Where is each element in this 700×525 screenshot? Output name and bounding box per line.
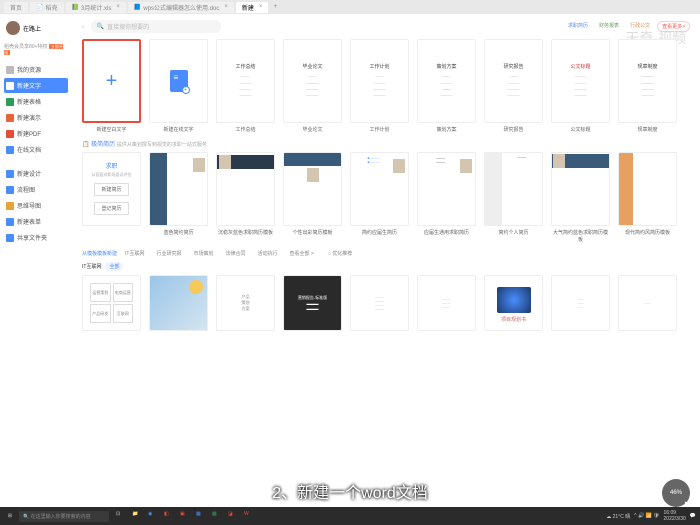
nav-mindmap[interactable]: 思维导图 — [4, 198, 68, 213]
edge-icon[interactable]: ◉ — [148, 511, 158, 521]
search-input[interactable]: 🔍 直接搜你想要的 — [91, 20, 221, 33]
tab-docer[interactable]: 📄 稻壳 — [30, 2, 64, 13]
user-profile[interactable]: 在路上 — [4, 18, 68, 38]
nav-design[interactable]: 新建设计 — [4, 166, 68, 181]
start-button[interactable]: ⊞ — [4, 510, 16, 522]
vip-banner[interactable]: 稻壳会员享80+特权 立即开通 — [4, 41, 68, 58]
progress-indicator: 46%▶ — [662, 479, 690, 507]
nav-new-sheet[interactable]: 新建表格 — [4, 94, 68, 109]
tab-xls[interactable]: 📗 3月统计.xls× — [66, 2, 126, 13]
app-icon-4[interactable]: ▩ — [212, 511, 222, 521]
resume-7[interactable]: 大气简约蓝色求职简历模板 — [551, 152, 610, 243]
nav-new-ppt[interactable]: 新建演示 — [4, 110, 68, 125]
filter-legal[interactable]: 法律合同 — [222, 249, 250, 258]
nav-shared[interactable]: 共享文件夹 — [4, 230, 68, 245]
plus-icon: + — [106, 70, 118, 93]
resume-1[interactable]: 蓝色简约简历 — [149, 152, 208, 243]
nav-form[interactable]: 新建表单 — [4, 214, 68, 229]
it-card-7[interactable]: 项目规划书 — [484, 275, 543, 331]
nav-new-word[interactable]: 新建文字 — [4, 78, 68, 93]
app-icon-3[interactable]: ▦ — [196, 511, 206, 521]
resume-6[interactable]: ———简约个人简历 — [484, 152, 543, 243]
app-icon-5[interactable]: ◪ — [228, 511, 238, 521]
template-scheme[interactable]: 策划方案——————————策划方案 — [417, 39, 476, 133]
filter-bar: 从模板模板新建 IT互联网 行业研究报 市场策划 法律合同 活动执行 查看全部 … — [82, 249, 690, 258]
template-report[interactable]: 研究报告———————————研究报告 — [484, 39, 543, 133]
avatar — [6, 21, 20, 35]
content-area: 天奇·视频 ‹ 🔍 直接搜你想要的 求职简历 财务报表 行政公文 查看更多> +… — [72, 14, 700, 507]
wps-icon[interactable]: W — [244, 511, 254, 521]
template-row-1: +新建空白文字 +新建在线文字 工作总结— ——————————工作总结 毕业论… — [82, 39, 690, 133]
it-row: 运营策划电商运营产品研发互联网 产品策划方案 营销报告-标准版▬▬▬▬▬▬ ——… — [82, 275, 690, 331]
new-tab-button[interactable]: + — [270, 4, 280, 10]
task-view-icon[interactable]: ⊡ — [116, 511, 126, 521]
filter-label: 从模板模板新建 — [82, 250, 117, 257]
sidebar: 在路上 稻壳会员享80+特权 立即开通 我的资源 新建文字 新建表格 新建演示 … — [0, 14, 72, 507]
it-filter: IT互联网 全部 — [82, 262, 690, 271]
back-button[interactable]: ‹ — [82, 22, 85, 31]
tab-doc[interactable]: 📘 wps公式编辑器怎么使用.doc× — [128, 2, 234, 13]
close-icon[interactable]: × — [259, 4, 263, 10]
it-card-3[interactable]: 产品策划方案 — [216, 275, 275, 331]
close-icon[interactable]: × — [116, 4, 120, 10]
template-thesis[interactable]: 毕业论文———————————毕业论文 — [283, 39, 342, 133]
weather[interactable]: ☁ 21°C 晴 — [606, 513, 630, 520]
section-resume: 📋 极简简历 提供从策划撰写到视觉的求职一站式服务 — [82, 139, 690, 148]
chip-resume[interactable]: 求职简历 — [564, 21, 592, 32]
it-card-2[interactable] — [149, 275, 208, 331]
resume-create[interactable]: 求职从容面对职场面试评估新建简历登记简历 — [82, 152, 141, 243]
notifications-icon[interactable]: 💬 — [690, 513, 696, 519]
filter-it[interactable]: IT互联网 — [121, 249, 148, 258]
resume-2[interactable]: 沉稳灰蓝色求职简历模板 — [216, 152, 275, 243]
template-plan[interactable]: 工作计划———————————工作计划 — [350, 39, 409, 133]
resume-4[interactable]: ■ ———■ ———简约应届生简历 — [350, 152, 409, 243]
resume-8[interactable]: 现代简约风简历模板 — [618, 152, 677, 243]
nav-my-resources[interactable]: 我的资源 — [4, 62, 68, 77]
tab-bar: 首页 📄 稻壳 📗 3月统计.xls× 📘 wps公式编辑器怎么使用.doc× … — [0, 0, 700, 14]
nav-online-doc[interactable]: 在线文档 — [4, 142, 68, 157]
explorer-icon[interactable]: 📁 — [132, 511, 142, 521]
close-icon[interactable]: × — [224, 4, 228, 10]
it-card-8[interactable]: —————— — [551, 275, 610, 331]
nav-new-pdf[interactable]: 新建PDF — [4, 126, 68, 141]
template-rules[interactable]: 规章制度————————————规章制度 — [618, 39, 677, 133]
template-blank[interactable]: +新建空白文字 — [82, 39, 141, 133]
app-icon-2[interactable]: ▣ — [180, 511, 190, 521]
resume-5[interactable]: ——————应届生通用求职简历 — [417, 152, 476, 243]
video-caption: 2、新建一个word文档 — [272, 479, 428, 503]
taskbar-search[interactable]: 🔍 在这里输入你要搜索的内容 — [19, 511, 109, 522]
filter-more[interactable]: 查看全部 > — [286, 249, 318, 258]
nav-flowchart[interactable]: 流程图 — [4, 182, 68, 197]
template-online[interactable]: +新建在线文字 — [149, 39, 208, 133]
filter-activity[interactable]: 活动执行 — [254, 249, 282, 258]
it-card-9[interactable]: —— — [618, 275, 677, 331]
filter-industry[interactable]: 行业研究报 — [152, 249, 185, 258]
doc-icon: + — [170, 70, 188, 92]
it-card-6[interactable]: ————————— — [417, 275, 476, 331]
it-all[interactable]: 全部 — [105, 262, 123, 271]
taskbar: ⊞ 🔍 在这里输入你要搜索的内容 ⊡ 📁 ◉ ◧ ▣ ▦ ▩ ◪ W ☁ 21°… — [0, 507, 700, 525]
username: 在路上 — [23, 24, 41, 33]
it-card-1[interactable]: 运营策划电商运营产品研发互联网 — [82, 275, 141, 331]
resume-3[interactable]: 个性出彩简历模板 — [283, 152, 342, 243]
it-label: IT互联网 — [82, 263, 101, 270]
tab-new[interactable]: 新建× — [236, 2, 269, 13]
template-summary[interactable]: 工作总结— ——————————工作总结 — [216, 39, 275, 133]
tray-icons[interactable]: ^ 🔊 📶 🛡 — [634, 513, 659, 519]
chip-finance[interactable]: 财务报表 — [595, 21, 623, 32]
tab-home[interactable]: 首页 — [4, 2, 28, 13]
template-official[interactable]: 公文标题————————————公文标题 — [551, 39, 610, 133]
filter-market[interactable]: 市场策划 — [189, 249, 217, 258]
it-card-5[interactable]: ———————————— — [350, 275, 409, 331]
clock[interactable]: 16:092022/3/30 — [664, 510, 686, 522]
it-card-4[interactable]: 营销报告-标准版▬▬▬▬▬▬ — [283, 275, 342, 331]
app-icon-1[interactable]: ◧ — [164, 511, 174, 521]
resume-row: 求职从容面对职场面试评估新建简历登记简历 蓝色简约简历 沉稳灰蓝色求职简历模板 … — [82, 152, 690, 243]
